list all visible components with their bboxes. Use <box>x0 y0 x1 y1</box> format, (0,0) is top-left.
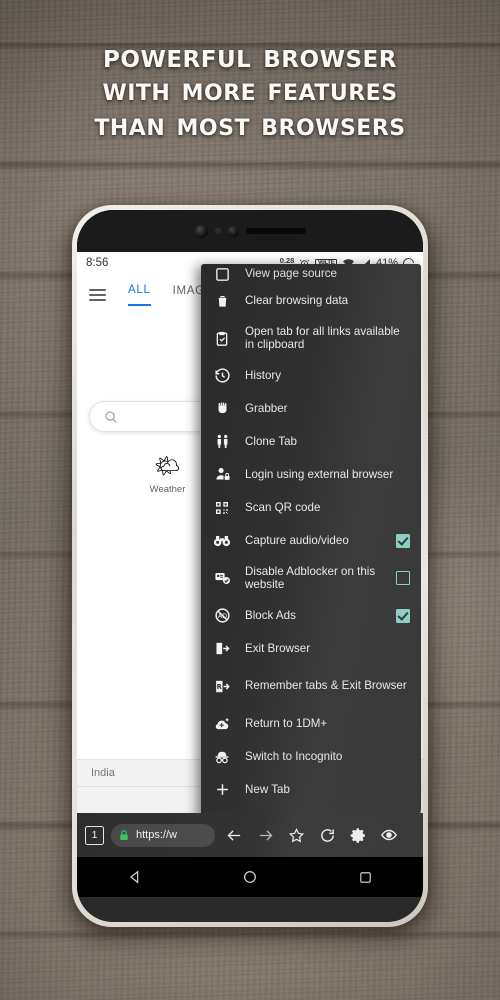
menu-item-grabber[interactable]: Grabber <box>201 392 421 425</box>
back-arrow-icon[interactable] <box>222 823 246 847</box>
svg-text:R: R <box>216 682 222 690</box>
shortcut-weather-label: Weather <box>149 484 186 495</box>
incognito-hat-icon <box>212 747 232 767</box>
remember-exit-icon: R <box>212 676 232 696</box>
exit-door-icon <box>212 639 232 659</box>
phone-top-bezel <box>77 210 423 252</box>
menu-item-clone-tab[interactable]: Clone Tab <box>201 425 421 458</box>
block-ads-icon: AD <box>212 606 232 626</box>
menu-label: View page source <box>245 267 337 281</box>
nav-back-icon[interactable] <box>127 869 143 885</box>
menu-label: Clone Tab <box>245 434 297 448</box>
phone-screen: 8:56 0.28 KB/s VoLTE <box>77 252 423 857</box>
menu-item-clear-browsing-data[interactable]: Clear browsing data <box>201 284 421 317</box>
reload-icon[interactable] <box>315 823 339 847</box>
menu-label: Return to 1DM+ <box>245 716 328 730</box>
earpiece-speaker <box>245 228 306 234</box>
menu-label: Clear browsing data <box>245 293 349 307</box>
menu-item-history[interactable]: History <box>201 359 421 392</box>
nav-home-icon[interactable] <box>242 869 258 885</box>
menu-item-switch-incognito[interactable]: Switch to Incognito <box>201 740 421 773</box>
two-people-icon <box>212 432 232 452</box>
history-clock-icon <box>212 366 232 386</box>
cloud-plus-icon <box>212 714 232 734</box>
fist-grabber-icon <box>212 399 232 419</box>
headline-line-1: Powerful Browser <box>103 36 397 75</box>
menu-label: Switch to Incognito <box>245 749 343 763</box>
menu-label: Scan QR code <box>245 500 321 514</box>
menu-item-disable-adblocker[interactable]: Disable Adblocker on this website <box>201 557 421 599</box>
lock-icon <box>120 829 128 840</box>
adblock-disable-icon <box>212 568 232 588</box>
menu-label: Block Ads <box>245 608 296 622</box>
menu-item-capture-audio-video[interactable]: Capture audio/video <box>201 524 421 557</box>
menu-label: Remember tabs & Exit Browser <box>245 679 407 693</box>
page-source-icon <box>212 264 232 284</box>
capture-av-checkbox[interactable] <box>396 533 410 548</box>
android-navigation-bar <box>77 857 423 897</box>
secondary-sensor-icon <box>227 225 239 237</box>
plus-icon <box>212 780 232 800</box>
phone-bottom-bezel <box>77 897 423 922</box>
browser-bottom-toolbar: 1 https://w <box>77 813 423 857</box>
menu-label: Capture audio/video <box>245 533 349 547</box>
menu-item-login-external-browser[interactable]: Login using external browser <box>201 458 421 491</box>
url-text: https://w <box>136 829 177 841</box>
menu-item-new-tab[interactable]: New Tab <box>201 773 421 806</box>
hamburger-icon[interactable] <box>89 289 106 301</box>
menu-label: Exit Browser <box>245 641 311 655</box>
phone-device: 8:56 0.28 KB/s VoLTE <box>72 205 428 927</box>
front-camera-icon <box>194 224 208 238</box>
qr-code-icon <box>212 498 232 518</box>
menu-item-exit-browser[interactable]: Exit Browser <box>201 632 421 665</box>
person-lock-icon <box>212 465 232 485</box>
trash-icon <box>212 291 232 311</box>
tab-all[interactable]: ALL <box>128 284 151 306</box>
shortcut-weather[interactable]: 🌤 Weather <box>137 454 199 497</box>
menu-label: History <box>245 368 282 382</box>
browser-overflow-menu: View page source Clear browsing data Ope… <box>201 264 421 821</box>
search-icon <box>105 410 117 423</box>
menu-item-scan-qr-code[interactable]: Scan QR code <box>201 491 421 524</box>
eye-icon[interactable] <box>377 823 401 847</box>
promo-headline: Powerful Browser with more features than… <box>0 38 500 143</box>
menu-label: Login using external browser <box>245 467 394 481</box>
menu-label: Disable Adblocker on this website <box>245 564 376 592</box>
clipboard-check-icon <box>212 328 232 348</box>
headline-line-2: with more features <box>102 72 398 108</box>
menu-item-view-page-source[interactable]: View page source <box>201 264 421 284</box>
menu-label: Grabber <box>245 401 288 415</box>
headline-line-3: than most browsers <box>94 107 406 143</box>
forward-arrow-icon[interactable] <box>253 823 277 847</box>
disable-adblocker-checkbox[interactable] <box>396 571 410 585</box>
menu-item-remember-tabs-exit[interactable]: R Remember tabs & Exit Browser <box>201 665 421 707</box>
proximity-sensor-icon <box>214 228 221 234</box>
svg-text:AD: AD <box>217 612 226 620</box>
block-ads-checkbox[interactable] <box>396 608 410 623</box>
binoculars-icon <box>212 531 232 551</box>
menu-item-open-tab-clipboard[interactable]: Open tab for all links available in clip… <box>201 317 421 359</box>
weather-icon: 🌤 <box>154 455 181 478</box>
nav-recents-icon[interactable] <box>358 870 373 885</box>
menu-item-block-ads[interactable]: AD Block Ads <box>201 599 421 632</box>
tab-count-button[interactable]: 1 <box>85 825 104 845</box>
menu-label: Open tab for all links available in clip… <box>245 324 400 352</box>
menu-label: New Tab <box>245 782 290 796</box>
gear-icon[interactable] <box>346 823 370 847</box>
menu-item-return-to-1dm[interactable]: Return to 1DM+ <box>201 707 421 740</box>
url-bar[interactable]: https://w <box>111 823 215 847</box>
star-icon[interactable] <box>284 823 308 847</box>
status-clock: 8:56 <box>86 257 109 269</box>
